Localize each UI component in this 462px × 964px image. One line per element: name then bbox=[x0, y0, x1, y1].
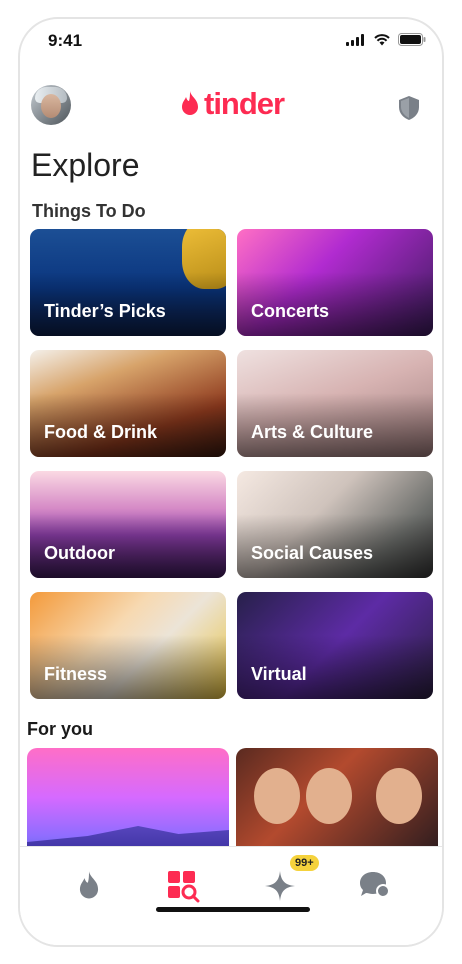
status-icons bbox=[346, 33, 426, 46]
shield-icon[interactable] bbox=[397, 94, 421, 122]
tab-bar: 99+ bbox=[20, 846, 442, 945]
phone-frame: 9:41 tinder Explore Things To Do Tinder’… bbox=[18, 17, 444, 947]
for-you-card[interactable] bbox=[27, 748, 229, 858]
category-tile-outdoor[interactable]: Outdoor bbox=[30, 471, 226, 578]
tile-label: Outdoor bbox=[44, 543, 115, 563]
tile-label: Fitness bbox=[44, 664, 108, 684]
logo-text: tinder bbox=[204, 86, 285, 121]
category-tile-social-causes[interactable]: Social Causes bbox=[237, 471, 433, 578]
category-tile-arts-culture[interactable]: Arts & Culture bbox=[237, 350, 433, 457]
avatar-face bbox=[41, 94, 61, 118]
card-person bbox=[376, 768, 422, 824]
tab-swipe-flame-icon[interactable] bbox=[74, 869, 104, 903]
category-tile-tinders-picks[interactable]: Tinder’s Picks bbox=[30, 229, 226, 336]
card-person bbox=[306, 768, 352, 824]
tile-label: Social Causes bbox=[251, 543, 374, 563]
tile-label: Arts & Culture bbox=[251, 422, 374, 442]
tile-label: Tinder’s Picks bbox=[44, 301, 166, 321]
tile-label: Concerts bbox=[251, 301, 330, 321]
section-title-for-you: For you bbox=[27, 719, 93, 739]
flame-icon bbox=[182, 91, 198, 115]
signal-icon bbox=[346, 33, 364, 46]
for-you-card[interactable] bbox=[236, 748, 438, 858]
home-indicator[interactable] bbox=[156, 907, 310, 912]
category-tile-virtual[interactable]: Virtual bbox=[237, 592, 433, 699]
tab-explore-icon[interactable] bbox=[166, 869, 200, 903]
tile-label: Food & Drink bbox=[44, 422, 157, 442]
tab-messages-icon[interactable] bbox=[358, 869, 392, 901]
card-person bbox=[254, 768, 300, 824]
battery-icon bbox=[398, 33, 426, 46]
notification-badge: 99+ bbox=[290, 855, 319, 871]
category-tile-fitness[interactable]: Fitness bbox=[30, 592, 226, 699]
status-time: 9:41 bbox=[48, 31, 83, 50]
page-title: Explore bbox=[31, 147, 140, 183]
wifi-icon bbox=[374, 34, 390, 46]
avatar[interactable] bbox=[31, 85, 71, 125]
tab-gold-sparkle-icon[interactable] bbox=[263, 869, 297, 903]
section-title-things-to-do: Things To Do bbox=[32, 201, 146, 221]
category-tile-food-drink[interactable]: Food & Drink bbox=[30, 350, 226, 457]
tinder-logo: tinder bbox=[178, 86, 285, 122]
tile-label: Virtual bbox=[251, 664, 307, 684]
category-tile-concerts[interactable]: Concerts bbox=[237, 229, 433, 336]
